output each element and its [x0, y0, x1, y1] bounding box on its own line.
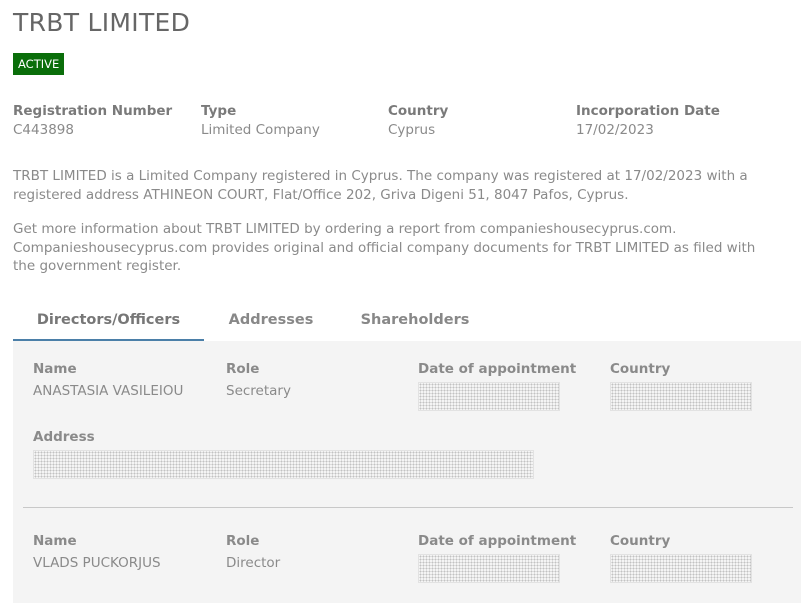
officer-appointment-field: Date of appointment: [418, 533, 608, 583]
date-of-appointment-label: Date of appointment: [418, 533, 577, 549]
officer-name-field: Name ANASTASIA VASILEIOU: [33, 361, 223, 401]
officer-appointment-field: Date of appointment: [418, 361, 608, 411]
tab-directors-officers[interactable]: Directors/Officers: [13, 306, 204, 341]
masked-country: [610, 382, 752, 411]
tab-addresses[interactable]: Addresses: [212, 306, 330, 341]
officer-divider: [23, 507, 793, 508]
name-label: Name: [33, 361, 77, 377]
country-label: Country: [610, 361, 671, 377]
registration-number-field: Registration Number C443898: [13, 103, 201, 140]
status-badge: ACTIVE: [13, 53, 65, 75]
officer-name: ANASTASIA VASILEIOU: [33, 383, 184, 399]
tab-shareholders[interactable]: Shareholders: [350, 306, 480, 341]
officer-address-field: Address: [33, 429, 543, 479]
officer-name-field: Name VLADS PUCKORJUS: [33, 533, 223, 573]
officer-role: Director: [226, 555, 281, 571]
type-value: Limited Company: [201, 122, 320, 138]
officer-name: VLADS PUCKORJUS: [33, 555, 161, 571]
officer-country-field: Country: [610, 361, 800, 411]
officer-role-field: Role Director: [226, 533, 416, 573]
masked-appointment-date: [418, 554, 560, 583]
role-label: Role: [226, 361, 260, 377]
officer-country-field: Country: [610, 533, 800, 583]
role-label: Role: [226, 533, 260, 549]
date-of-appointment-label: Date of appointment: [418, 361, 577, 377]
officer-role-field: Role Secretary: [226, 361, 416, 401]
company-name: TRBT LIMITED: [13, 8, 191, 37]
masked-address: [33, 450, 534, 479]
masked-appointment-date: [418, 382, 560, 411]
incorporation-date-field: Incorporation Date 17/02/2023: [576, 103, 764, 140]
country-label: Country: [610, 533, 671, 549]
country-field: Country Cyprus: [388, 103, 576, 140]
address-label: Address: [33, 429, 95, 445]
type-field: Type Limited Company: [201, 103, 389, 140]
incorporation-date-label: Incorporation Date: [576, 103, 720, 119]
company-description: TRBT LIMITED is a Limited Company regist…: [13, 168, 748, 203]
type-label: Type: [201, 103, 237, 119]
officer-role: Secretary: [226, 383, 291, 399]
country-label: Country: [388, 103, 449, 119]
country-value: Cyprus: [388, 122, 436, 138]
tab-bar: Directors/Officers Addresses Shareholder…: [13, 306, 801, 341]
name-label: Name: [33, 533, 77, 549]
officers-panel: Name ANASTASIA VASILEIOU Role Secretary …: [13, 341, 801, 603]
registration-number-value: C443898: [13, 122, 74, 138]
registration-number-label: Registration Number: [13, 103, 173, 119]
incorporation-date-value: 17/02/2023: [576, 122, 654, 138]
masked-country: [610, 554, 752, 583]
report-info: Get more information about TRBT LIMITED …: [13, 221, 756, 274]
